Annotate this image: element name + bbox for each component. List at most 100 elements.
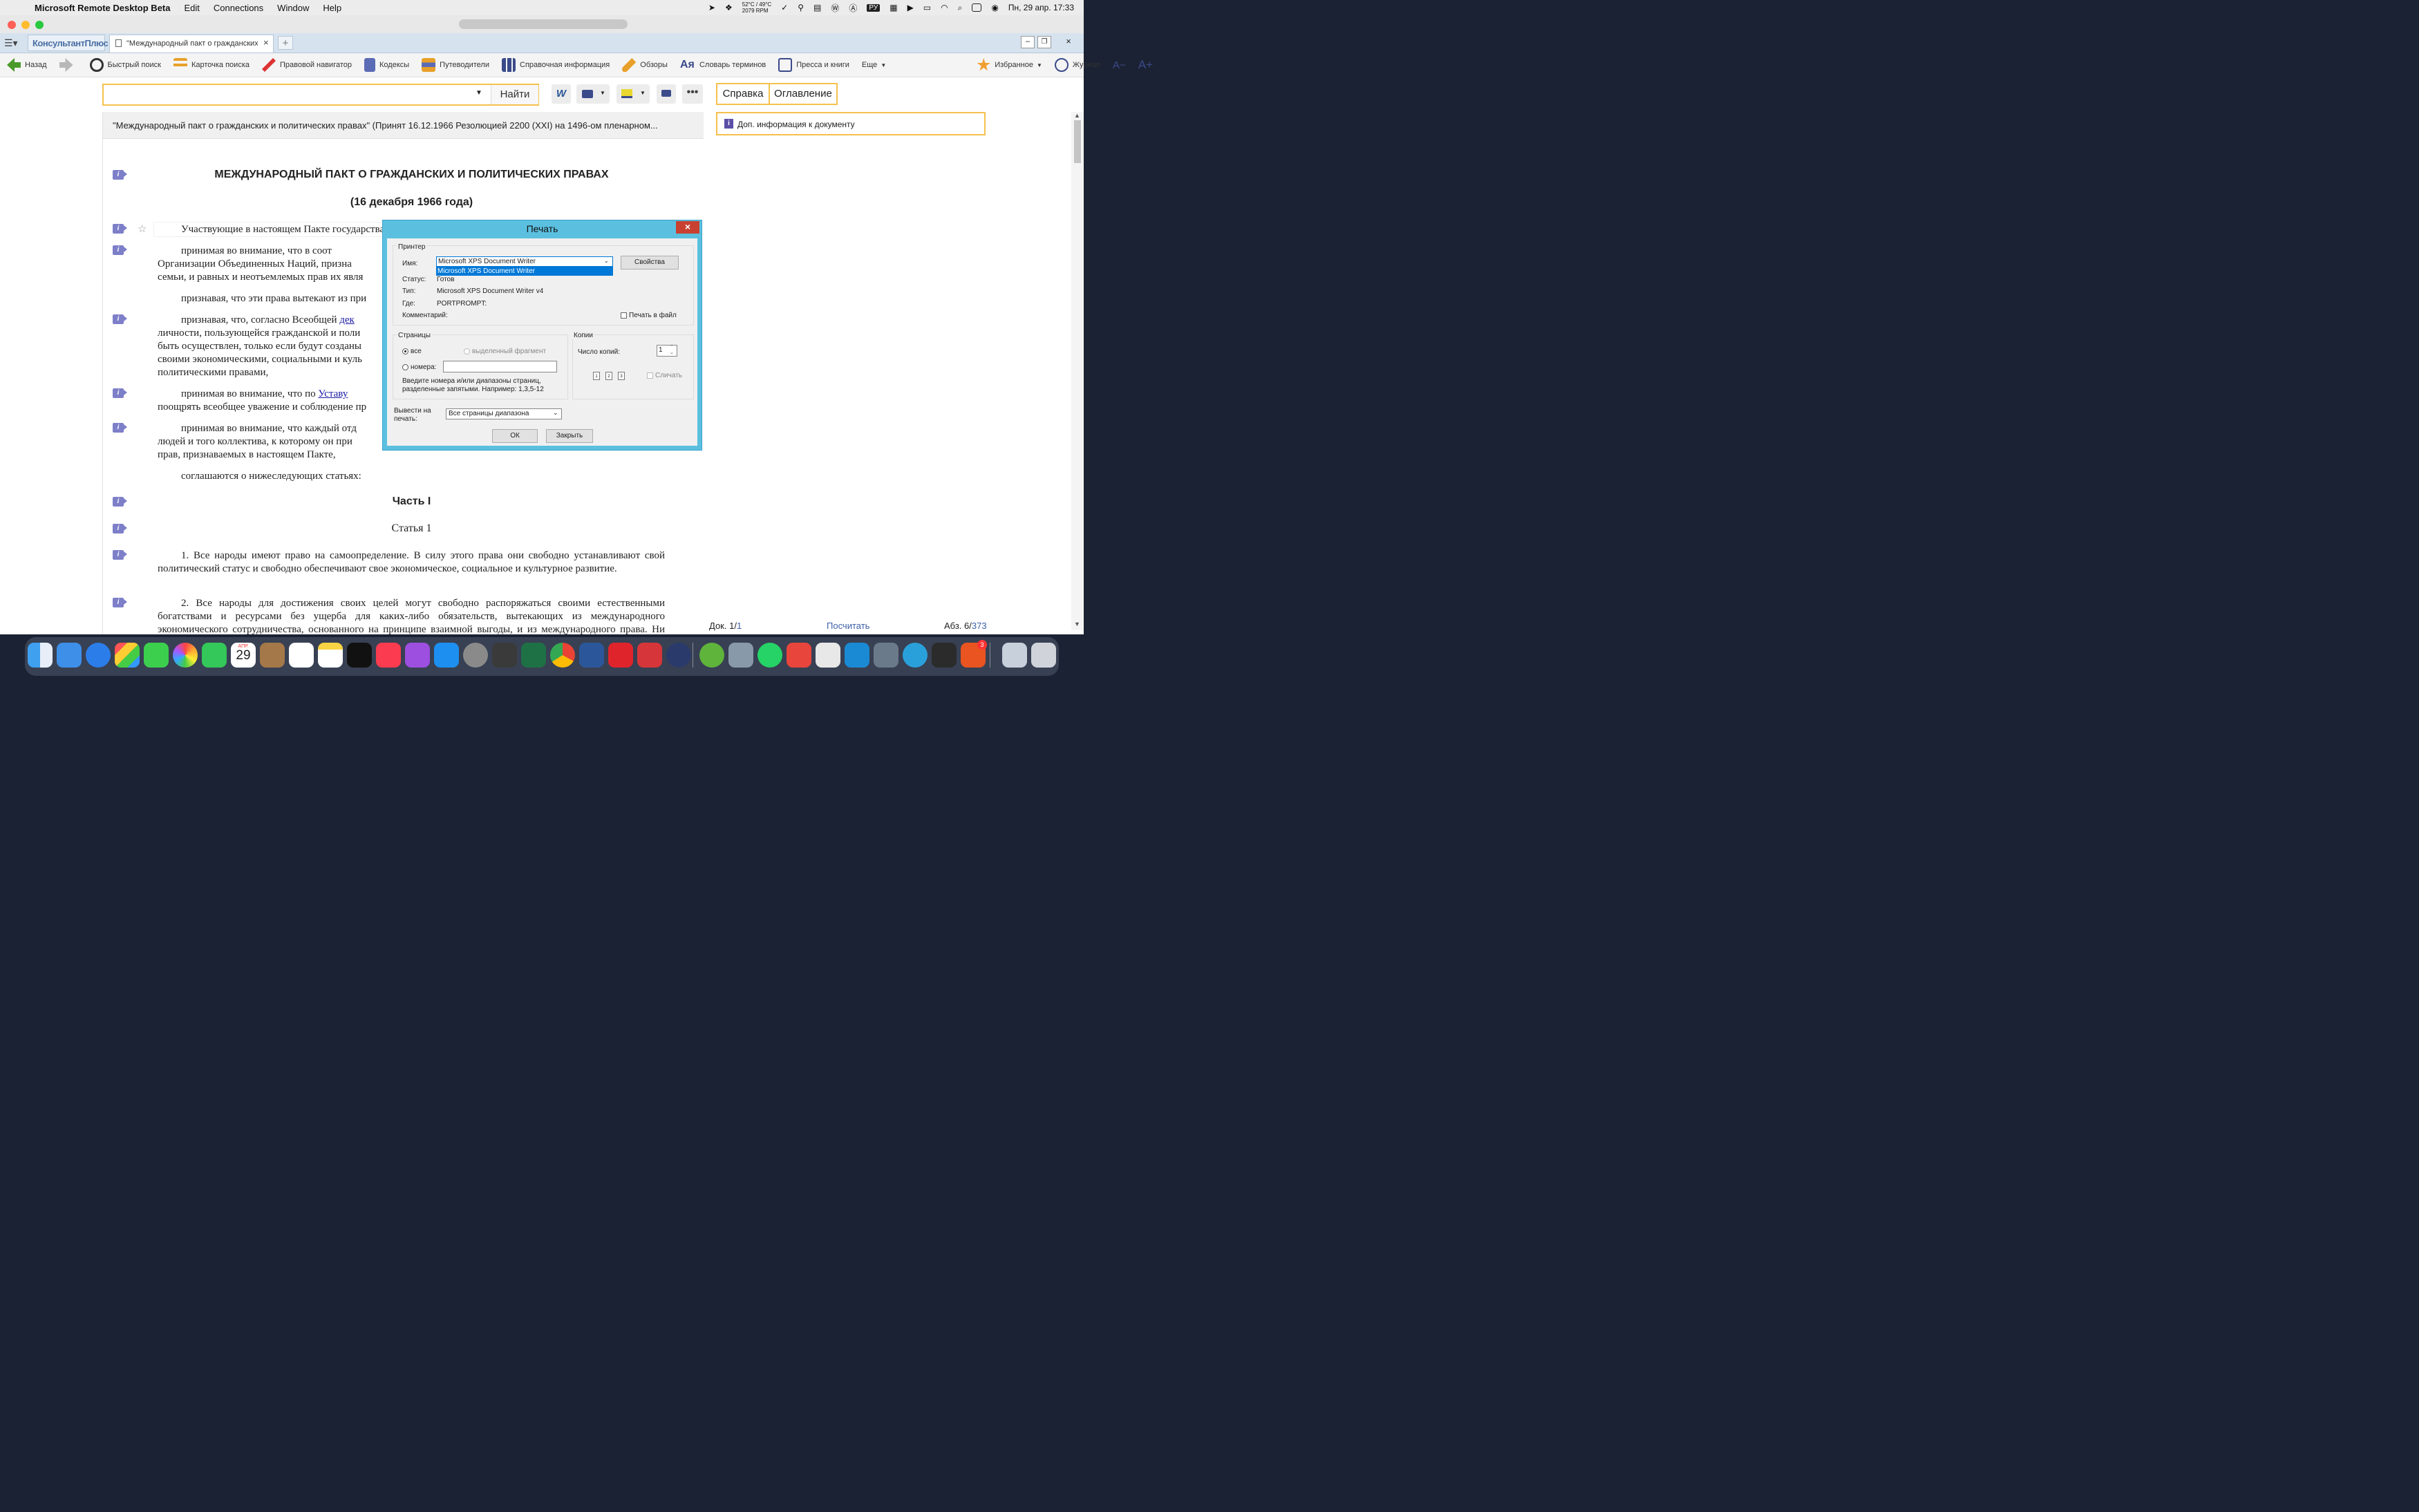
stepper-up-icon[interactable]: ⌃ xyxy=(670,344,674,350)
utorrent-icon[interactable] xyxy=(699,643,724,668)
font-decrease-button[interactable]: A− xyxy=(1113,59,1126,71)
reminders-icon[interactable] xyxy=(289,643,314,668)
music-icon[interactable] xyxy=(376,643,401,668)
press-button[interactable]: Пресса и книги xyxy=(778,58,849,72)
menu-app-name[interactable]: Microsoft Remote Desktop Beta xyxy=(35,3,170,13)
temperature-readout[interactable]: 52°C / 49°C 2079 RPM xyxy=(742,1,771,14)
info-marker-icon[interactable]: i xyxy=(113,245,127,255)
stepper-down-icon[interactable]: ⌄ xyxy=(670,350,674,355)
app-with-badge-icon[interactable]: 3 xyxy=(961,640,987,668)
excel-icon[interactable] xyxy=(521,643,546,668)
info-marker-icon[interactable]: i xyxy=(113,550,127,560)
menu-window[interactable]: Window xyxy=(277,3,309,13)
bookmark-star-icon[interactable]: ☆ xyxy=(138,223,147,235)
print-button[interactable]: ▼ xyxy=(576,84,610,104)
calendar-icon[interactable]: АПР. 29 xyxy=(231,643,256,668)
check-icon[interactable]: ✓ xyxy=(781,3,788,12)
trash-icon[interactable] xyxy=(1031,643,1056,668)
doc-info-button[interactable]: i Доп. информация к документу xyxy=(716,112,986,135)
highlight-button[interactable]: ▼ xyxy=(616,84,650,104)
textedit-icon[interactable] xyxy=(816,643,840,668)
guides-button[interactable]: Путеводители xyxy=(422,58,489,72)
app-store-icon[interactable] xyxy=(434,643,459,668)
chrome-icon[interactable] xyxy=(550,643,575,668)
mail-icon[interactable] xyxy=(57,643,82,668)
navigation-icon[interactable]: ➤ xyxy=(708,3,715,12)
more-menu[interactable]: Еще ▼ xyxy=(862,61,886,69)
finder-icon[interactable] xyxy=(28,643,53,668)
scroll-down-icon[interactable]: ▼ xyxy=(1074,621,1080,627)
pdf-app-icon[interactable] xyxy=(608,643,633,668)
codes-button[interactable]: Кодексы xyxy=(364,58,409,72)
battery-icon[interactable]: ▭ xyxy=(923,3,931,12)
minimize-window-icon[interactable] xyxy=(21,21,30,29)
quick-search-button[interactable]: Быстрый поиск xyxy=(89,58,161,72)
apple-tv-icon[interactable] xyxy=(347,643,372,668)
contacts-icon[interactable] xyxy=(260,643,285,668)
messages-icon[interactable] xyxy=(144,643,169,668)
print-to-file-checkbox[interactable] xyxy=(621,312,627,319)
clock-datetime[interactable]: Пн, 29 апр. 17:33 xyxy=(1008,3,1074,12)
find-button[interactable]: Найти xyxy=(491,85,538,104)
ok-button[interactable]: ОК xyxy=(492,429,538,443)
info-marker-icon[interactable]: i xyxy=(113,598,127,607)
search-card-button[interactable]: Карточка поиска xyxy=(173,58,250,72)
printer-option[interactable]: Microsoft XPS Document Writer xyxy=(436,267,613,276)
restore-app-icon[interactable]: ❐ xyxy=(1037,36,1051,48)
siri-icon[interactable]: ◉ xyxy=(991,3,998,12)
tab-toc[interactable]: Оглавление xyxy=(770,84,836,104)
podcasts-icon[interactable] xyxy=(405,643,430,668)
play-icon[interactable]: ▶ xyxy=(907,3,914,12)
spotlight-search-icon[interactable]: ⌕ xyxy=(958,3,963,13)
word-export-icon[interactable]: W xyxy=(552,84,571,104)
screenshot-icon[interactable] xyxy=(874,643,898,668)
scrollbar[interactable]: ▲ ▼ xyxy=(1071,112,1084,630)
preview-icon[interactable] xyxy=(728,643,753,668)
properties-button[interactable]: Свойства xyxy=(621,256,679,270)
zoom-window-icon[interactable] xyxy=(35,21,44,29)
reference-button[interactable]: Справочная информация xyxy=(502,58,610,72)
printer-select[interactable]: Microsoft XPS Document Writer ⌄ xyxy=(436,256,613,267)
tab-help[interactable]: Справка xyxy=(717,84,770,104)
color-picker-icon[interactable] xyxy=(932,643,957,668)
dictionary-button[interactable]: Ая Словарь терминов xyxy=(680,58,766,72)
minimize-app-icon[interactable]: – xyxy=(1021,36,1035,48)
declaration-link[interactable]: дек xyxy=(339,314,355,325)
monitor-icon[interactable]: ▤ xyxy=(813,3,821,12)
close-button[interactable]: Закрыть xyxy=(546,429,593,443)
info-marker-icon[interactable]: i xyxy=(113,224,127,234)
pages-selection-radio[interactable] xyxy=(464,348,470,355)
safari-icon[interactable] xyxy=(86,643,111,668)
tab-document[interactable]: "Международный пакт о гражданских и п...… xyxy=(109,35,274,53)
scrollbar-thumb[interactable] xyxy=(1074,120,1081,163)
anydesk-icon[interactable] xyxy=(787,643,811,668)
copies-stepper[interactable]: 1 ⌃ ⌄ xyxy=(657,345,677,357)
reviews-button[interactable]: Обзоры xyxy=(622,58,668,72)
wifi-icon[interactable]: ◠ xyxy=(941,3,948,12)
wordpress-icon[interactable]: Ⓦ xyxy=(831,2,839,14)
legal-navigator-button[interactable]: Правовой навигатор xyxy=(262,58,352,72)
search-input[interactable] xyxy=(105,86,473,104)
telegram-icon[interactable] xyxy=(903,643,928,668)
accessibility-icon[interactable]: Ⓐ xyxy=(849,2,857,14)
system-settings-icon[interactable] xyxy=(463,643,488,668)
hamburger-menu-icon[interactable]: ☰▾ xyxy=(4,37,23,49)
launchpad-icon[interactable] xyxy=(115,643,140,668)
tab-close-icon[interactable]: × xyxy=(263,37,269,48)
forward-button[interactable] xyxy=(59,58,77,72)
font-increase-button[interactable]: A+ xyxy=(1138,58,1153,72)
pages-numbers-radio[interactable] xyxy=(402,364,408,370)
microsoft-remote-desktop-icon[interactable] xyxy=(845,643,869,668)
usb-icon[interactable]: ⚲ xyxy=(798,3,804,12)
journal-button[interactable]: Журнал xyxy=(1054,58,1100,72)
dropbox-icon[interactable]: ❖ xyxy=(725,3,733,12)
close-window-icon[interactable] xyxy=(8,21,16,29)
remote-desktop-red-icon[interactable] xyxy=(637,643,662,668)
charter-link[interactable]: Уставу xyxy=(318,388,348,399)
konsultant-logo[interactable]: КонсультантПлюс xyxy=(28,35,109,51)
new-tab-icon[interactable]: + xyxy=(278,36,293,50)
favorites-menu[interactable]: Избранное ▼ xyxy=(977,58,1042,72)
menu-connections[interactable]: Connections xyxy=(214,3,263,13)
pages-numbers-input[interactable] xyxy=(443,361,557,372)
count-link[interactable]: Посчитать xyxy=(827,621,869,631)
